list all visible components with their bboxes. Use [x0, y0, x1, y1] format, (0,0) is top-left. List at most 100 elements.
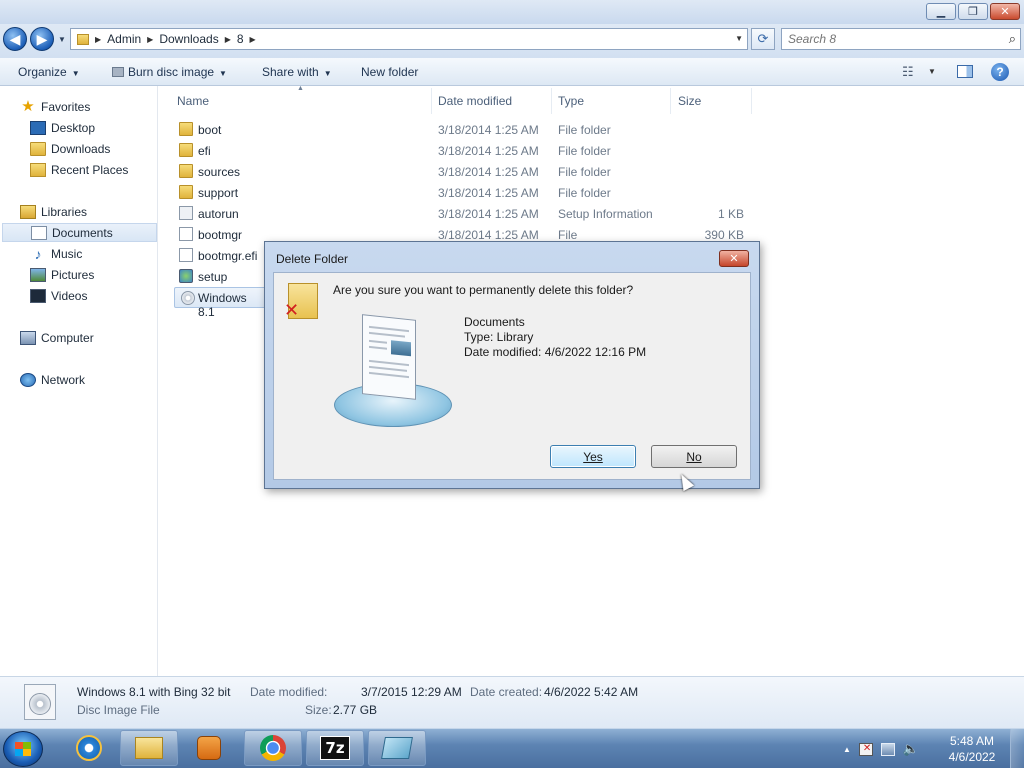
windows-explorer-icon: [135, 737, 163, 759]
music-icon: ♪: [34, 245, 42, 262]
burn-disc-image-button[interactable]: Burn disc image ▼: [112, 65, 227, 79]
windows-logo-icon: [15, 742, 31, 756]
view-options-dropdown[interactable]: ▼: [928, 67, 936, 76]
back-button[interactable]: ◀: [3, 27, 27, 51]
setup-icon: [179, 269, 193, 283]
no-button[interactable]: No: [651, 445, 737, 468]
new-folder-button[interactable]: New folder: [361, 65, 418, 79]
desktop-icon: [30, 120, 46, 135]
column-divider[interactable]: [670, 88, 671, 114]
delete-folder-dialog[interactable]: Delete Folder ✕ ✕ Are you sure you want …: [264, 241, 760, 489]
share-with-button[interactable]: Share with ▼: [262, 65, 332, 79]
file-row-windows-8-1[interactable]: Windows 8.1: [174, 287, 266, 319]
minimize-icon: ▁: [936, 6, 946, 18]
sidebar-item-pictures[interactable]: Pictures: [30, 265, 94, 284]
file-row-efi[interactable]: efi 3/18/2014 1:25 AM File folder: [173, 140, 753, 161]
start-button[interactable]: [3, 731, 43, 767]
breadcrumb-separator-icon[interactable]: ▶: [250, 35, 256, 44]
change-view-button[interactable]: ☷: [902, 64, 914, 80]
folder-icon: [77, 33, 89, 45]
file-size: 1 KB: [717, 207, 744, 221]
sidebar-item-libraries[interactable]: Libraries: [20, 202, 87, 221]
show-desktop-button[interactable]: [1010, 729, 1024, 768]
column-header-type[interactable]: Type: [558, 94, 584, 108]
back-arrow-icon: ◀: [9, 30, 21, 47]
show-hidden-icons-button[interactable]: ▲: [843, 745, 851, 754]
search-input[interactable]: [788, 30, 988, 48]
taskbar-7zip[interactable]: 7z: [306, 730, 364, 766]
search-icon[interactable]: ⌕: [1009, 31, 1016, 47]
sidebar-item-music[interactable]: ♪ Music: [30, 244, 83, 263]
delete-folder-icon: ✕: [284, 283, 320, 319]
close-icon: ✕: [729, 253, 739, 265]
preview-pane-button[interactable]: [957, 65, 973, 78]
file-name: bootmgr.efi: [198, 249, 258, 263]
column-header-size[interactable]: Size: [678, 94, 701, 108]
column-divider[interactable]: [551, 88, 552, 114]
taskbar-media-player[interactable]: [180, 730, 238, 766]
chevron-down-icon: ▼: [323, 69, 332, 78]
details-pane: Windows 8.1 with Bing 32 bit Disc Image …: [0, 676, 1024, 728]
sidebar-item-downloads[interactable]: Downloads: [30, 139, 110, 158]
file-date: 3/18/2014 1:25 AM: [438, 144, 539, 158]
forward-arrow-icon: ▶: [36, 30, 48, 47]
sidebar-item-network[interactable]: Network: [20, 370, 85, 389]
file-name: setup: [198, 270, 228, 284]
breadcrumb-8[interactable]: 8: [237, 32, 244, 46]
dialog-close-button[interactable]: ✕: [719, 250, 749, 267]
taskbar-internet-explorer[interactable]: [60, 730, 118, 766]
help-button[interactable]: ?: [991, 63, 1009, 81]
details-created-label: Date created:: [470, 685, 543, 699]
file-row-support[interactable]: support 3/18/2014 1:25 AM File folder: [173, 182, 753, 203]
file-type: File folder: [558, 123, 611, 137]
recent-pages-button[interactable]: ▼: [58, 35, 66, 44]
yes-button[interactable]: Yes: [550, 445, 636, 468]
folder-icon: [179, 164, 193, 178]
text-line: [369, 365, 407, 372]
file-row-autorun[interactable]: autorun 3/18/2014 1:25 AM Setup Informat…: [173, 203, 753, 224]
clock[interactable]: 5:48 AM 4/6/2022: [946, 733, 998, 765]
system-tray: ▲ 🔈: [843, 737, 919, 761]
column-divider[interactable]: [751, 88, 752, 114]
sidebar-item-desktop[interactable]: Desktop: [30, 118, 95, 137]
column-divider[interactable]: [431, 88, 432, 114]
computer-icon: [20, 330, 36, 345]
volume-icon[interactable]: 🔈: [903, 741, 919, 757]
restore-icon: ❐: [968, 6, 978, 18]
taskbar-windows-explorer[interactable]: [120, 730, 178, 766]
minimize-button[interactable]: ▁: [926, 3, 956, 20]
organize-button[interactable]: Organize ▼: [18, 65, 80, 79]
maximize-button[interactable]: ❐: [958, 3, 988, 20]
address-history-dropdown[interactable]: ▼: [735, 34, 743, 43]
taskbar-chrome[interactable]: [244, 730, 302, 766]
sidebar-item-favorites[interactable]: ★ Favorites: [20, 97, 90, 116]
sidebar-item-videos[interactable]: Videos: [30, 286, 87, 305]
file-row-boot[interactable]: boot 3/18/2014 1:25 AM File folder: [173, 119, 753, 140]
column-header-name[interactable]: Name: [177, 94, 209, 108]
sidebar-item-recent-places[interactable]: Recent Places: [30, 160, 128, 179]
breadcrumb-separator-icon[interactable]: ▶: [147, 35, 153, 44]
sidebar-item-documents[interactable]: Documents: [2, 223, 157, 242]
details-size-label: Size:: [305, 703, 332, 717]
address-bar[interactable]: ▶ Admin ▶ Downloads ▶ 8 ▶ ▼: [70, 28, 748, 50]
action-center-flag-icon[interactable]: [858, 742, 873, 756]
refresh-button[interactable]: ⟳: [751, 28, 775, 50]
column-header-date-modified[interactable]: Date modified: [438, 94, 512, 108]
breadcrumb-separator-icon[interactable]: ▶: [225, 35, 231, 44]
forward-button[interactable]: ▶: [30, 27, 54, 51]
breadcrumb-downloads[interactable]: Downloads: [159, 32, 218, 46]
file-icon: [179, 248, 193, 262]
organize-label: Organize: [18, 65, 67, 79]
breadcrumb-separator-icon[interactable]: ▶: [95, 35, 101, 44]
taskbar-other-app[interactable]: [368, 730, 426, 766]
search-box[interactable]: ⌕: [781, 28, 1021, 50]
network-tray-icon[interactable]: [880, 742, 895, 756]
window-title-bar[interactable]: ▁ ❐ ✕: [0, 0, 1024, 24]
sort-ascending-icon: ▲: [297, 85, 304, 92]
file-row-sources[interactable]: sources 3/18/2014 1:25 AM File folder: [173, 161, 753, 182]
file-name: boot: [198, 123, 222, 137]
breadcrumb-admin[interactable]: Admin: [107, 32, 141, 46]
close-button[interactable]: ✕: [990, 3, 1020, 20]
new-folder-label: New folder: [361, 65, 419, 79]
sidebar-item-computer[interactable]: Computer: [20, 328, 94, 347]
